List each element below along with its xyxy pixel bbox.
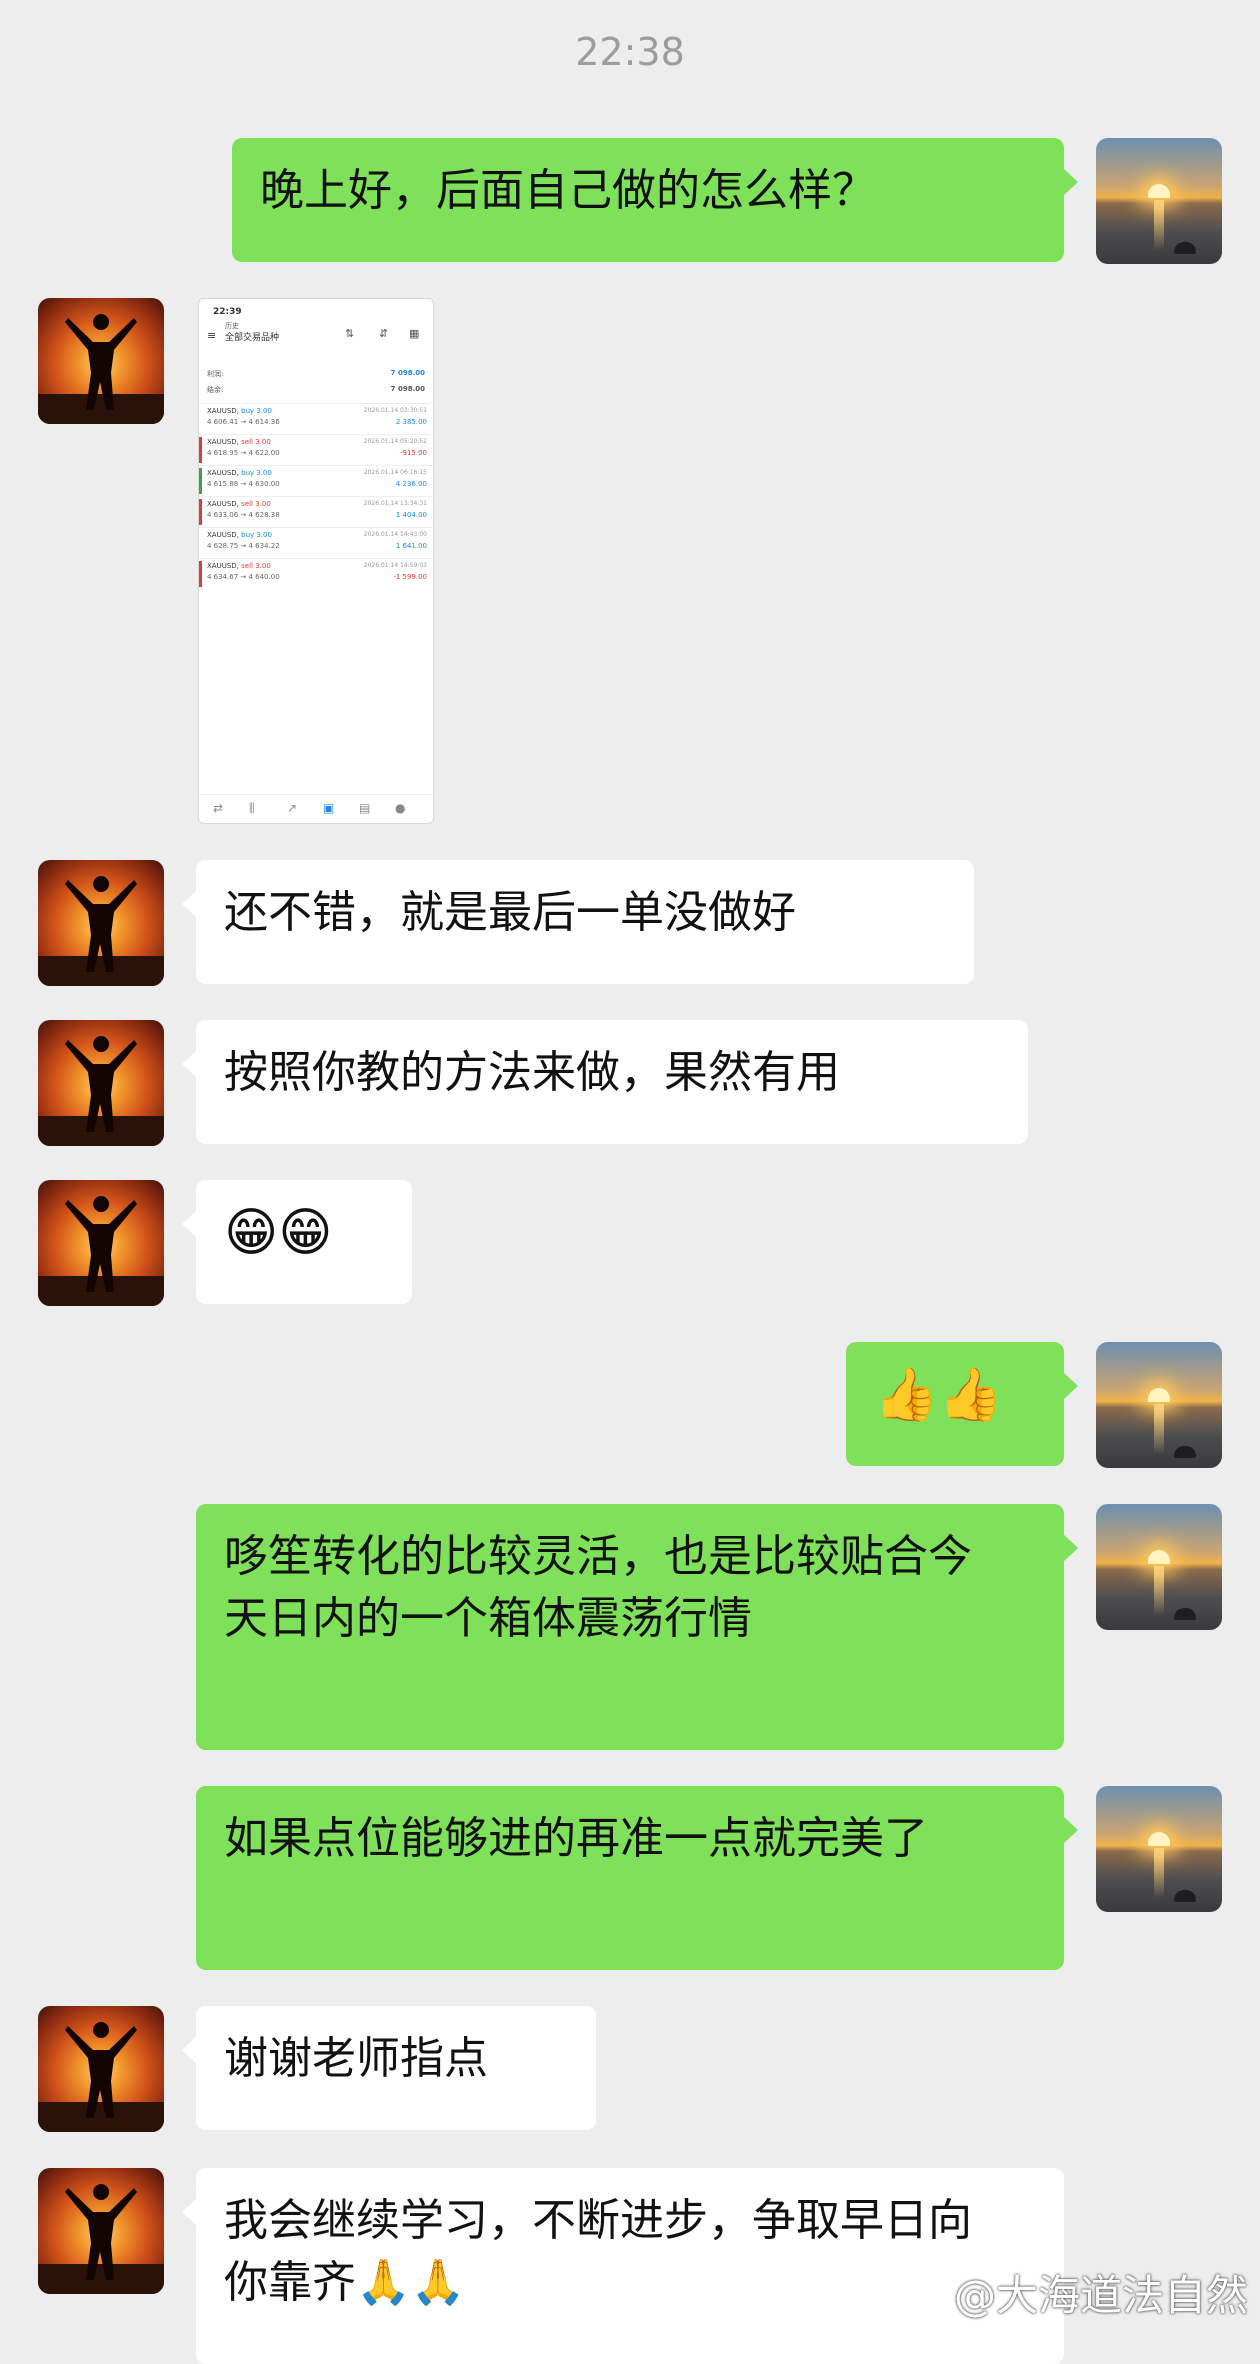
message-text: 👍👍 (874, 1365, 1004, 1425)
trade-marker (199, 437, 202, 463)
message-text: 如果点位能够进的再准一点就完美了 (224, 1813, 928, 1864)
trade-row[interactable]: XAUUSD, sell 3.00 4 633.06 → 4 628.38 2026… (199, 496, 433, 527)
trade-pl: 1 641.00 (395, 542, 427, 550)
chat-icon: ● (395, 801, 406, 815)
chart-icon: ⫼ (249, 801, 255, 815)
trade-prices: 4 634.67 → 4 640.00 (207, 573, 280, 581)
news-icon: ▤ (359, 801, 371, 815)
calendar-icon: ▦ (409, 327, 420, 340)
watermark: @大海道法自然 (953, 2271, 1248, 2320)
trade-prices: 4 606.41 → 4 614.36 (207, 418, 280, 426)
friend-message-bubble[interactable]: 还不错，就是最后一单没做好 (182, 860, 974, 984)
trade-datetime: 2026.01.14 13:34:31 (363, 500, 427, 507)
trade-icon: ↗ (287, 801, 298, 815)
trade-symbol: XAUUSD, sell 3.00 (207, 500, 271, 508)
friend-message-bubble[interactable]: 按照你教的方法来做，果然有用 (182, 1020, 1028, 1144)
friend-message-bubble[interactable]: 我会继续学习，不断进步，争取早日向你靠齐🙏🙏 (182, 2168, 1064, 2364)
trade-symbol: XAUUSD, sell 3.00 (207, 562, 271, 570)
my-message-bubble[interactable]: 哆笙转化的比较灵活，也是比较贴合今天日内的一个箱体震荡行情 (196, 1504, 1078, 1750)
trade-marker (199, 468, 202, 494)
swap-icon: ⇵ (379, 327, 389, 340)
friend-avatar[interactable] (38, 1020, 164, 1146)
trade-datetime: 2026.01.14 05:20:52 (363, 438, 427, 445)
message-text: 😁😁 (224, 1203, 333, 1263)
trade-prices: 4 628.75 → 4 634.22 (207, 542, 280, 550)
my-avatar[interactable] (1096, 1342, 1222, 1468)
trade-pl: 1 404.00 (395, 511, 427, 519)
trade-marker (199, 561, 202, 587)
my-avatar[interactable] (1096, 1504, 1222, 1630)
friend-avatar[interactable] (38, 2168, 164, 2294)
my-message-bubble[interactable]: 👍👍 (846, 1342, 1078, 1466)
friend-avatar[interactable] (38, 1180, 164, 1306)
friend-avatar[interactable] (38, 860, 164, 986)
trade-row[interactable]: XAUUSD, sell 3.00 4 618.95 → 4 622.00 2026… (199, 434, 433, 465)
friend-message-bubble[interactable]: 谢谢老师指点 (182, 2006, 596, 2130)
trade-symbol: XAUUSD, buy 3.00 (207, 531, 272, 539)
trade-pl: 2 385.00 (395, 418, 427, 426)
menu-icon: ≡ (207, 329, 217, 342)
trade-symbol: XAUUSD, buy 3.00 (207, 407, 272, 415)
message-text: 哆笙转化的比较灵活，也是比较贴合今天日内的一个箱体震荡行情 (224, 1531, 972, 1644)
trade-marker (199, 499, 202, 525)
trade-row[interactable]: XAUUSD, buy 3.00 4 615.88 → 4 630.00 2026.… (199, 465, 433, 496)
message-text: 谢谢老师指点 (224, 2033, 488, 2084)
trade-pl: 4 236.00 (395, 480, 427, 488)
friend-avatar[interactable] (38, 298, 164, 424)
trade-datetime: 2026.01.14 06:16:15 (363, 469, 427, 476)
trade-prices: 4 633.06 → 4 628.38 (207, 511, 280, 519)
trade-row[interactable]: XAUUSD, buy 3.00 4 628.75 → 4 634.22 2026.… (199, 527, 433, 558)
history-icon: ▣ (323, 801, 335, 815)
message-text: 按照你教的方法来做，果然有用 (224, 1047, 840, 1098)
trade-history-screenshot[interactable]: 22:39 ≡ 历史 全部交易品种 ⇅ ⇵ ▦ 利润: 7 098.00 结余: 7… (198, 298, 434, 824)
trade-symbol: XAUUSD, buy 3.00 (207, 469, 272, 477)
my-message-bubble[interactable]: 晚上好，后面自己做的怎么样？ (232, 138, 1078, 262)
bottom-nav: ⇄ ⫼ ↗ ▣ ▤ ● (199, 794, 433, 823)
chat-timestamp: 22:38 (575, 30, 685, 74)
trade-datetime: 2026.01.14 03:30:51 (363, 407, 427, 414)
trade-prices: 4 615.88 → 4 630.00 (207, 480, 280, 488)
status-time: 22:39 (213, 307, 242, 317)
quotes-icon: ⇄ (213, 801, 224, 815)
trade-symbol: XAUUSD, sell 3.00 (207, 438, 271, 446)
my-message-bubble[interactable]: 如果点位能够进的再准一点就完美了 (196, 1786, 1078, 1970)
header-title: 全部交易品种 (225, 333, 280, 343)
trade-pl: -915.00 (399, 449, 427, 457)
friend-avatar[interactable] (38, 2006, 164, 2132)
trade-datetime: 2026.01.14 14:43:00 (363, 531, 427, 538)
trade-row[interactable]: XAUUSD, sell 3.00 4 634.67 → 4 640.00 2026… (199, 558, 433, 589)
profit-row: 利润: 7 098.00 (207, 369, 425, 378)
trade-row[interactable]: XAUUSD, buy 3.00 4 606.41 → 4 614.36 2026.… (199, 403, 433, 434)
trade-datetime: 2026.01.14 14:59:03 (363, 562, 427, 569)
balance-row: 结余: 7 098.00 (207, 385, 425, 394)
trade-prices: 4 618.95 → 4 622.00 (207, 449, 280, 457)
message-text: 晚上好，后面自己做的怎么样？ (260, 165, 876, 216)
sort-icon: ⇅ (345, 327, 355, 340)
friend-message-bubble[interactable]: 😁😁 (182, 1180, 412, 1304)
my-avatar[interactable] (1096, 138, 1222, 264)
message-text: 还不错，就是最后一单没做好 (224, 887, 796, 938)
trade-pl: -1 599.00 (393, 573, 427, 581)
message-text: 我会继续学习，不断进步，争取早日向你靠齐🙏🙏 (224, 2195, 972, 2308)
my-avatar[interactable] (1096, 1786, 1222, 1912)
